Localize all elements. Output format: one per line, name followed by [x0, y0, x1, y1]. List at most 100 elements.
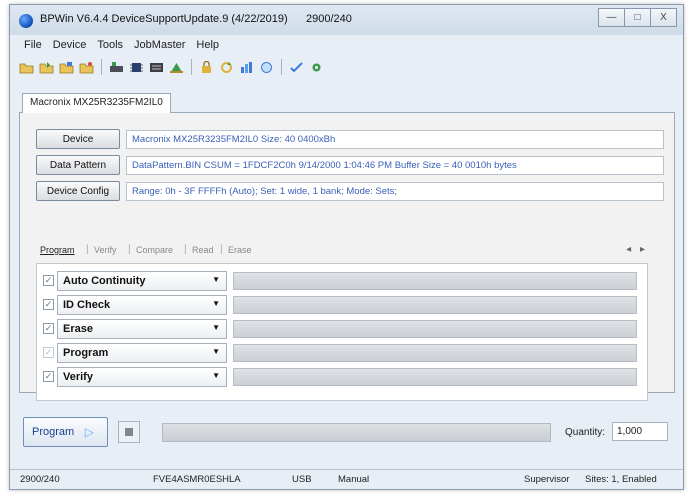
- status-mode: Manual: [338, 474, 370, 485]
- checkbox-id-check[interactable]: ✓: [43, 299, 54, 310]
- status-counter: 2900/240: [20, 474, 60, 485]
- window-controls: — □ X: [598, 8, 677, 28]
- keypad-icon[interactable]: [148, 59, 165, 76]
- program-button[interactable]: Program ▷: [23, 417, 108, 447]
- data-pattern-button[interactable]: Data Pattern: [36, 155, 120, 175]
- select-auto-continuity[interactable]: Auto Continuity ▼: [57, 271, 227, 291]
- operation-row: ✓ ID Check ▼: [37, 295, 649, 315]
- minimize-icon[interactable]: —: [598, 8, 625, 27]
- select-label: ID Check: [63, 299, 111, 311]
- menu-help[interactable]: Help: [196, 39, 219, 51]
- operation-tabs: Program | Verify | Compare | Read | Eras…: [36, 244, 648, 259]
- tab-verify[interactable]: Verify: [94, 245, 117, 255]
- lock-icon[interactable]: [198, 59, 215, 76]
- save-as-icon[interactable]: [78, 59, 95, 76]
- toolbar-divider: [101, 59, 102, 75]
- app-window: BPWin V6.4.4 DeviceSupportUpdate.9 (4/22…: [9, 4, 684, 490]
- device-info: Macronix MX25R3235FM2IL0 Size: 40 0400xB…: [126, 130, 664, 149]
- tab-scroll-arrows[interactable]: ◂ ▸: [626, 244, 648, 255]
- progress-verify: [233, 368, 637, 386]
- chevron-down-icon: ▼: [212, 275, 220, 284]
- tab-compare[interactable]: Compare: [136, 245, 173, 255]
- chip-icon[interactable]: [128, 59, 145, 76]
- tab-separator: |: [86, 244, 89, 255]
- select-id-check[interactable]: ID Check ▼: [57, 295, 227, 315]
- tab-read[interactable]: Read: [192, 245, 214, 255]
- operation-row: ✓ Program ▼: [37, 343, 649, 363]
- title-counter: 2900/240: [306, 13, 352, 25]
- toolbar-divider: [191, 59, 192, 75]
- progress-auto-continuity: [233, 272, 637, 290]
- checkbox-auto-continuity[interactable]: ✓: [43, 275, 54, 286]
- checkbox-verify[interactable]: ✓: [43, 371, 54, 382]
- stop-icon: [125, 428, 133, 436]
- tab-device[interactable]: Macronix MX25R3235FM2IL0: [22, 93, 171, 113]
- menu-device[interactable]: Device: [53, 39, 87, 51]
- device-icon[interactable]: [108, 59, 125, 76]
- status-sites: Sites: 1, Enabled: [585, 474, 657, 485]
- chart-icon[interactable]: [238, 59, 255, 76]
- device-panel: Device Macronix MX25R3235FM2IL0 Size: 40…: [19, 112, 675, 401]
- tab-erase[interactable]: Erase: [228, 245, 252, 255]
- menu-jobmaster[interactable]: JobMaster: [134, 39, 185, 51]
- chevron-down-icon: ▼: [212, 299, 220, 308]
- check-icon[interactable]: [288, 59, 305, 76]
- operation-row: ✓ Auto Continuity ▼: [37, 271, 649, 291]
- load-icon[interactable]: [38, 59, 55, 76]
- title-bar: BPWin V6.4.4 DeviceSupportUpdate.9 (4/22…: [10, 5, 683, 35]
- device-config-info: Range: 0h - 3F FFFFh (Auto); Set: 1 wide…: [126, 182, 664, 201]
- play-icon: ▷: [84, 425, 94, 439]
- tab-separator: |: [128, 244, 131, 255]
- select-label: Auto Continuity: [63, 275, 146, 287]
- open-icon[interactable]: [18, 59, 35, 76]
- status-port: USB: [292, 474, 312, 485]
- chevron-down-icon: ▼: [212, 323, 220, 332]
- operation-row: ✓ Erase ▼: [37, 319, 649, 339]
- progress-erase: [233, 320, 637, 338]
- tab-program[interactable]: Program: [40, 245, 75, 255]
- select-verify[interactable]: Verify ▼: [57, 367, 227, 387]
- status-serial: FVE4ASMR0ESHLA: [153, 474, 241, 485]
- menu-bar: File Device Tools JobMaster Help: [10, 35, 683, 55]
- toolbar: [18, 56, 675, 78]
- info-icon[interactable]: [258, 59, 275, 76]
- chevron-down-icon: ▼: [212, 371, 220, 380]
- select-program[interactable]: Program ▼: [57, 343, 227, 363]
- status-user: Supervisor: [524, 474, 570, 485]
- progress-id-check: [233, 296, 637, 314]
- operation-row: ✓ Verify ▼: [37, 367, 649, 387]
- run-controls: Program ▷ Quantity:: [19, 417, 675, 457]
- job-progress-bar: [162, 423, 551, 442]
- toolbar-divider: [281, 59, 282, 75]
- chevron-down-icon: ▼: [212, 347, 220, 356]
- select-erase[interactable]: Erase ▼: [57, 319, 227, 339]
- save-icon[interactable]: [58, 59, 75, 76]
- app-logo-icon: [19, 14, 33, 28]
- checkbox-program[interactable]: ✓: [43, 347, 54, 358]
- operations-panel: ✓ Auto Continuity ▼ ✓ ID Check ▼ ✓ Erase…: [36, 263, 648, 401]
- select-label: Erase: [63, 323, 93, 335]
- select-label: Verify: [63, 371, 93, 383]
- program-button-label: Program: [32, 426, 75, 438]
- stop-button[interactable]: [118, 421, 140, 443]
- tab-separator: |: [184, 244, 187, 255]
- device-button[interactable]: Device: [36, 129, 120, 149]
- content-area: Macronix MX25R3235FM2IL0 Device Macronix…: [19, 87, 675, 401]
- tab-separator: |: [220, 244, 223, 255]
- progress-program: [233, 344, 637, 362]
- menu-tools[interactable]: Tools: [97, 39, 123, 51]
- close-icon[interactable]: X: [650, 8, 677, 27]
- device-config-button[interactable]: Device Config: [36, 181, 120, 201]
- quantity-label: Quantity:: [565, 427, 606, 438]
- quantity-input[interactable]: [612, 422, 668, 441]
- gear-icon[interactable]: [308, 59, 325, 76]
- refresh-icon[interactable]: [218, 59, 235, 76]
- select-label: Program: [63, 347, 109, 359]
- data-pattern-info: DataPattern.BIN CSUM = 1FDCF2C0h 9/14/20…: [126, 156, 664, 175]
- window-title: BPWin V6.4.4 DeviceSupportUpdate.9 (4/22…: [40, 13, 288, 25]
- import-icon[interactable]: [168, 59, 185, 76]
- maximize-icon[interactable]: □: [624, 8, 651, 27]
- status-bar: 2900/240 FVE4ASMR0ESHLA USB Manual Super…: [10, 469, 683, 489]
- checkbox-erase[interactable]: ✓: [43, 323, 54, 334]
- menu-file[interactable]: File: [24, 39, 42, 51]
